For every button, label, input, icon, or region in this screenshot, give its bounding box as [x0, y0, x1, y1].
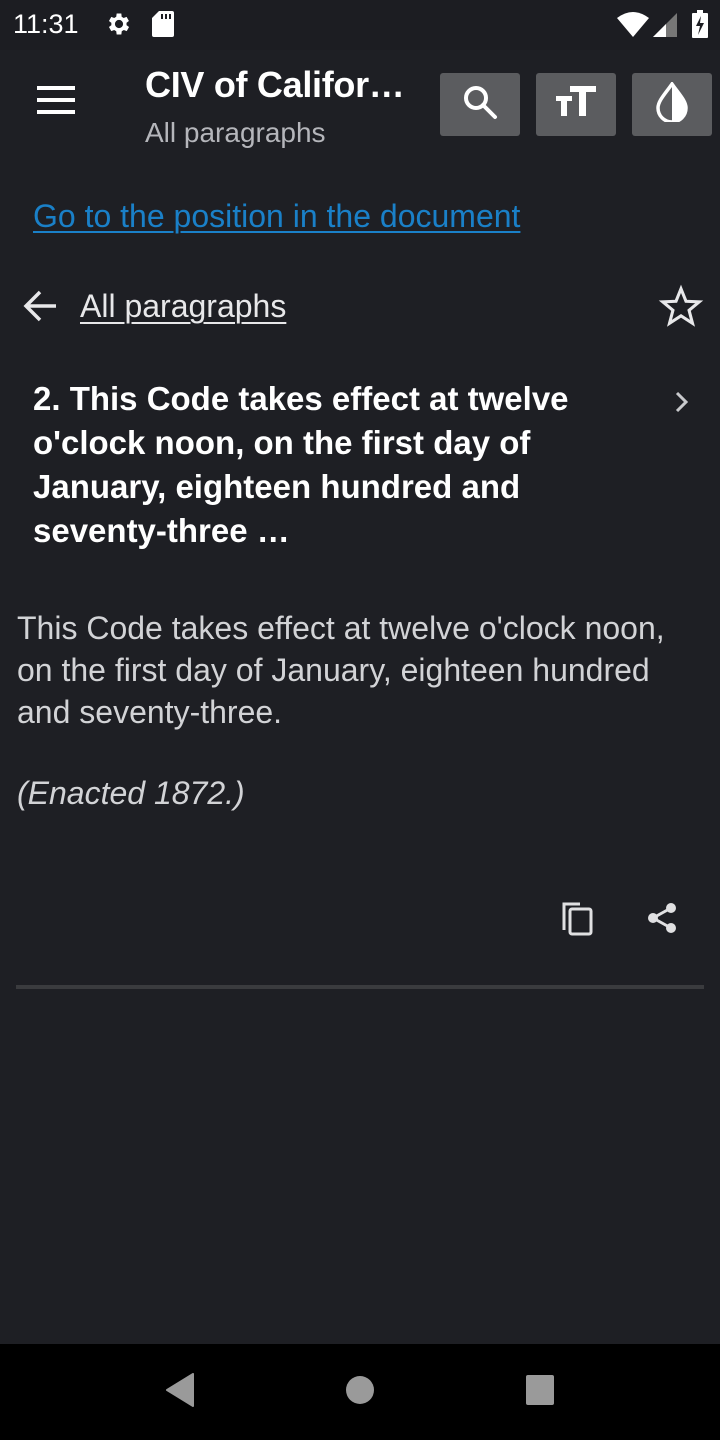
wifi-icon	[617, 12, 649, 43]
go-to-position-link[interactable]: Go to the position in the document	[33, 198, 520, 235]
paragraph-heading: 2. This Code takes effect at twelve o'cl…	[33, 380, 569, 549]
nav-back-button[interactable]	[155, 1372, 205, 1412]
theme-button[interactable]	[632, 73, 712, 136]
arrow-left-icon[interactable]	[20, 286, 60, 331]
text-size-icon	[556, 86, 596, 123]
star-outline-icon[interactable]	[658, 284, 704, 335]
home-circle-icon	[344, 1374, 376, 1411]
app-subtitle: All paragraphs	[145, 117, 326, 148]
search-icon	[462, 84, 498, 125]
status-time: 11:31	[13, 9, 79, 39]
search-button[interactable]	[440, 73, 520, 136]
copy-icon[interactable]	[556, 898, 598, 945]
gear-icon	[105, 10, 133, 43]
app-title: CIV of Califor…	[145, 64, 405, 105]
hamburger-menu-icon	[37, 85, 75, 119]
nav-home-button[interactable]	[335, 1372, 385, 1412]
sd-card-icon	[152, 10, 174, 43]
nav-recents-button[interactable]	[515, 1372, 565, 1412]
text-size-button[interactable]	[536, 73, 616, 136]
status-bar: 11:31	[0, 0, 720, 50]
share-icon[interactable]	[642, 898, 682, 943]
app-bar: CIV of Califor… All paragraphs	[0, 50, 720, 160]
paragraph-body: This Code takes effect at twelve o'clock…	[17, 610, 665, 730]
recents-square-icon	[524, 1374, 556, 1411]
battery-charging-icon	[692, 10, 708, 43]
chevron-right-icon[interactable]	[668, 388, 696, 421]
back-row: All paragraphs	[0, 278, 720, 338]
divider	[16, 985, 704, 989]
back-triangle-icon	[165, 1372, 195, 1412]
cell-signal-icon	[653, 13, 677, 42]
all-paragraphs-link[interactable]: All paragraphs	[80, 288, 286, 325]
system-nav-bar	[0, 1344, 720, 1440]
menu-button[interactable]	[28, 76, 84, 128]
paragraph-note: (Enacted 1872.)	[17, 775, 245, 811]
contrast-drop-icon	[655, 80, 689, 127]
